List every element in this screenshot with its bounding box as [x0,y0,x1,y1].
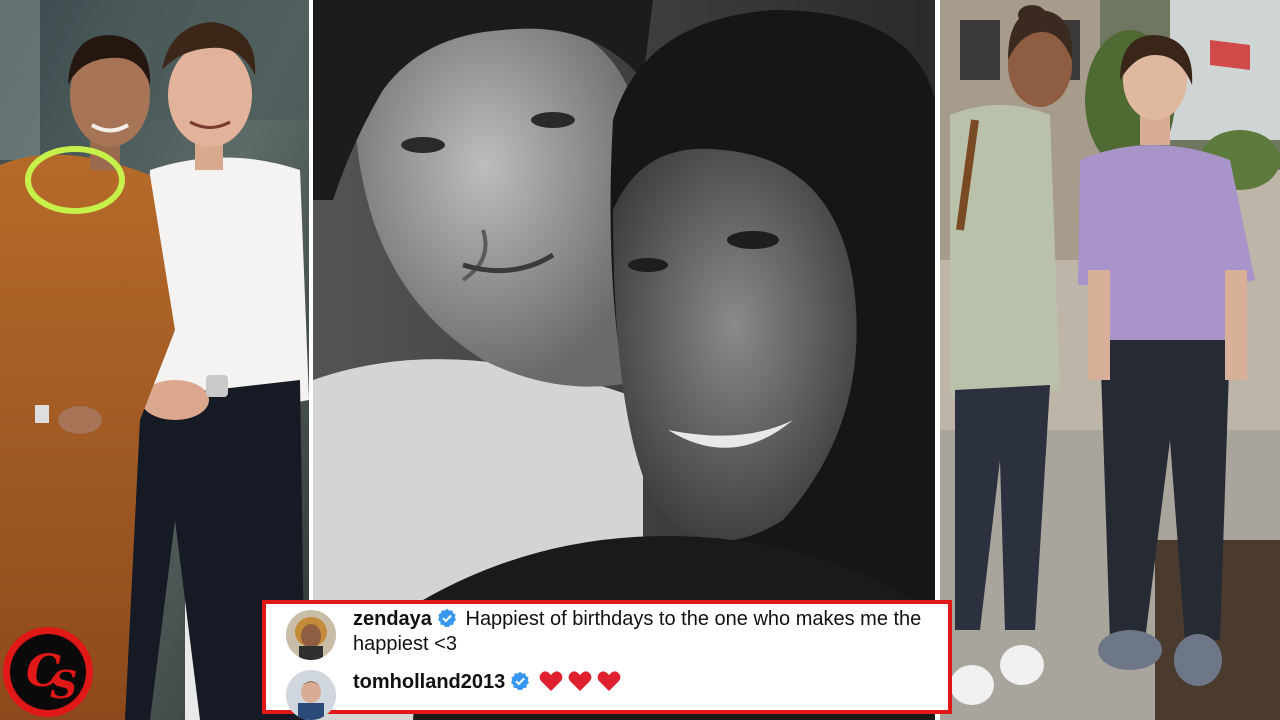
profile-photo-icon[interactable] [286,670,336,720]
thumbnail: C S zendaya Happiest of birthdays to the… [0,0,1280,720]
red-heart-icon [539,670,563,692]
comment-text-block: tomholland2013 [353,670,934,695]
comment-username[interactable]: tomholland2013 [353,671,505,693]
channel-logo: C S [2,626,94,718]
verified-badge-icon [510,671,530,691]
comment-zendaya: zendaya Happiest of birthdays to the one… [266,604,948,668]
comment-tomholland2013: tomholland2013 [266,666,948,720]
photo-right-illustration [940,0,1280,720]
avatar-tomholland-image [286,670,336,720]
photo-right-street-standing [940,0,1280,720]
red-heart-icon [568,670,592,692]
instagram-comments-box: zendaya Happiest of birthdays to the one… [262,600,952,720]
heart-emoji-group [539,671,626,693]
verified-badge-icon [437,608,457,628]
comment-text-block: zendaya Happiest of birthdays to the one… [353,607,934,657]
comment-username[interactable]: zendaya [353,608,432,630]
channel-logo-mark: C S [3,627,93,717]
avatar-zendaya-image [286,610,336,660]
red-heart-icon [597,670,621,692]
profile-photo-icon[interactable] [286,610,336,660]
logo-letter-s: S [50,662,77,707]
